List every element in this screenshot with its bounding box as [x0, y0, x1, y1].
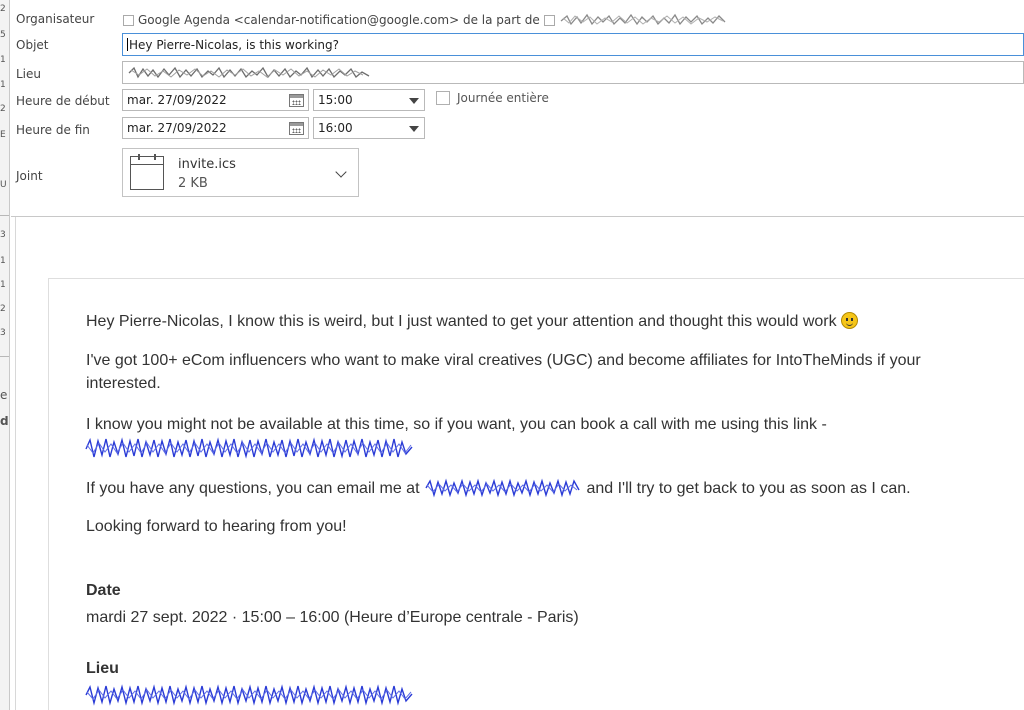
organizer-label: Organisateur: [16, 12, 95, 26]
paragraph-text: I've got 100+ eCom influencers who want …: [86, 352, 921, 369]
background-window-strip: 2 5 1 1 2 E U 3 1 1 2 3 e d: [0, 0, 10, 710]
paragraph-text: If you have any questions, you can email…: [86, 480, 420, 497]
message-paragraph: Hey Pierre-Nicolas, I know this is weird…: [86, 310, 858, 333]
paragraph-text: and I'll try to get back to you as soon …: [586, 480, 911, 497]
all-day-checkbox[interactable]: [436, 91, 450, 105]
redacted-email[interactable]: [424, 478, 582, 498]
redaction-scribble: [128, 66, 370, 78]
calendar-ring: [138, 154, 140, 160]
strip-fragment: 3: [0, 230, 6, 240]
redacted-booking-link[interactable]: [84, 435, 416, 462]
strip-fragment: 2: [0, 304, 6, 314]
strip-fragment: 1: [0, 55, 6, 65]
end-label: Heure de fin: [16, 123, 90, 137]
redaction-scribble: [85, 437, 413, 459]
chevron-down-icon[interactable]: [335, 166, 347, 178]
redaction-scribble: [560, 13, 726, 26]
strip-fragment: e: [0, 390, 8, 400]
redaction-scribble: [425, 478, 580, 498]
organizer-presence-icon: [123, 14, 134, 26]
strip-fragment: U: [0, 180, 7, 190]
all-day-label: Journée entière: [457, 91, 549, 105]
calendar-icon[interactable]: [289, 94, 304, 107]
strip-fragment: 1: [0, 80, 6, 90]
start-time-value: 15:00: [318, 93, 353, 107]
smiley-icon: [840, 312, 858, 329]
strip-fragment: 3: [0, 328, 6, 338]
paragraph-text: Looking forward to hearing from you!: [86, 518, 347, 535]
subject-input[interactable]: Hey Pierre-Nicolas, is this working?: [122, 33, 1024, 56]
text-caret: [127, 38, 128, 51]
date-value: mardi 27 sept. 2022 · 15:00 – 16:00 (Heu…: [86, 609, 579, 626]
start-label: Heure de début: [16, 94, 110, 108]
strip-divider: [0, 215, 9, 216]
date-heading: Date: [86, 582, 121, 599]
location-input[interactable]: [122, 61, 1024, 84]
delegate-presence-icon: [543, 14, 555, 26]
end-time-select[interactable]: 16:00: [313, 117, 425, 139]
message-paragraph: Looking forward to hearing from you!: [86, 515, 347, 538]
strip-fragment: E: [0, 130, 6, 140]
subject-label: Objet: [16, 38, 49, 52]
redacted-location-link[interactable]: [84, 683, 416, 707]
message-paragraph: If you have any questions, you can email…: [86, 477, 911, 500]
organizer-value: Google Agenda <calendar-notification@goo…: [123, 12, 729, 28]
attachment-name: invite.ics: [178, 157, 236, 172]
strip-divider: [0, 356, 9, 357]
strip-fragment: 5: [0, 30, 6, 40]
redacted-delegate: [559, 12, 729, 28]
start-date-field[interactable]: mar. 27/09/2022: [122, 89, 309, 111]
organizer-text: Google Agenda <calendar-notification@goo…: [138, 13, 540, 27]
ics-file-icon: [130, 154, 164, 190]
strip-fragment: d: [0, 416, 9, 426]
subject-value: Hey Pierre-Nicolas, is this working?: [129, 37, 340, 52]
triangle-down-icon: [409, 126, 419, 132]
message-paragraph-continued: interested.: [86, 372, 161, 395]
start-date-value: mar. 27/09/2022: [127, 93, 227, 107]
strip-fragment: 1: [0, 256, 6, 266]
redaction-scribble: [85, 684, 413, 706]
paragraph-text: I know you might not be available at thi…: [86, 416, 827, 433]
redacted-location: [127, 65, 372, 81]
meeting-header: Organisateur Google Agenda <calendar-not…: [11, 0, 1024, 216]
start-time-select[interactable]: 15:00: [313, 89, 425, 111]
attachment-label: Joint: [16, 169, 43, 183]
end-date-value: mar. 27/09/2022: [127, 121, 227, 135]
location-label: Lieu: [16, 67, 42, 81]
all-day-option[interactable]: Journée entière: [436, 91, 549, 105]
paragraph-text: interested.: [86, 375, 161, 392]
message-paragraph: I know you might not be available at thi…: [86, 413, 827, 436]
strip-fragment: 2: [0, 104, 6, 114]
calendar-ring: [154, 154, 156, 160]
calendar-icon[interactable]: [289, 122, 304, 135]
calendar-bar: [131, 164, 163, 165]
end-date-field[interactable]: mar. 27/09/2022: [122, 117, 309, 139]
strip-fragment: 2: [0, 4, 6, 14]
end-time-value: 16:00: [318, 121, 353, 135]
location-heading: Lieu: [86, 660, 119, 677]
attachment-card[interactable]: invite.ics 2 KB: [122, 148, 359, 197]
attachment-size: 2 KB: [178, 176, 208, 191]
message-paragraph: I've got 100+ eCom influencers who want …: [86, 349, 921, 372]
strip-fragment: 1: [0, 280, 6, 290]
triangle-down-icon: [409, 98, 419, 104]
paragraph-text: Hey Pierre-Nicolas, I know this is weird…: [86, 313, 837, 330]
